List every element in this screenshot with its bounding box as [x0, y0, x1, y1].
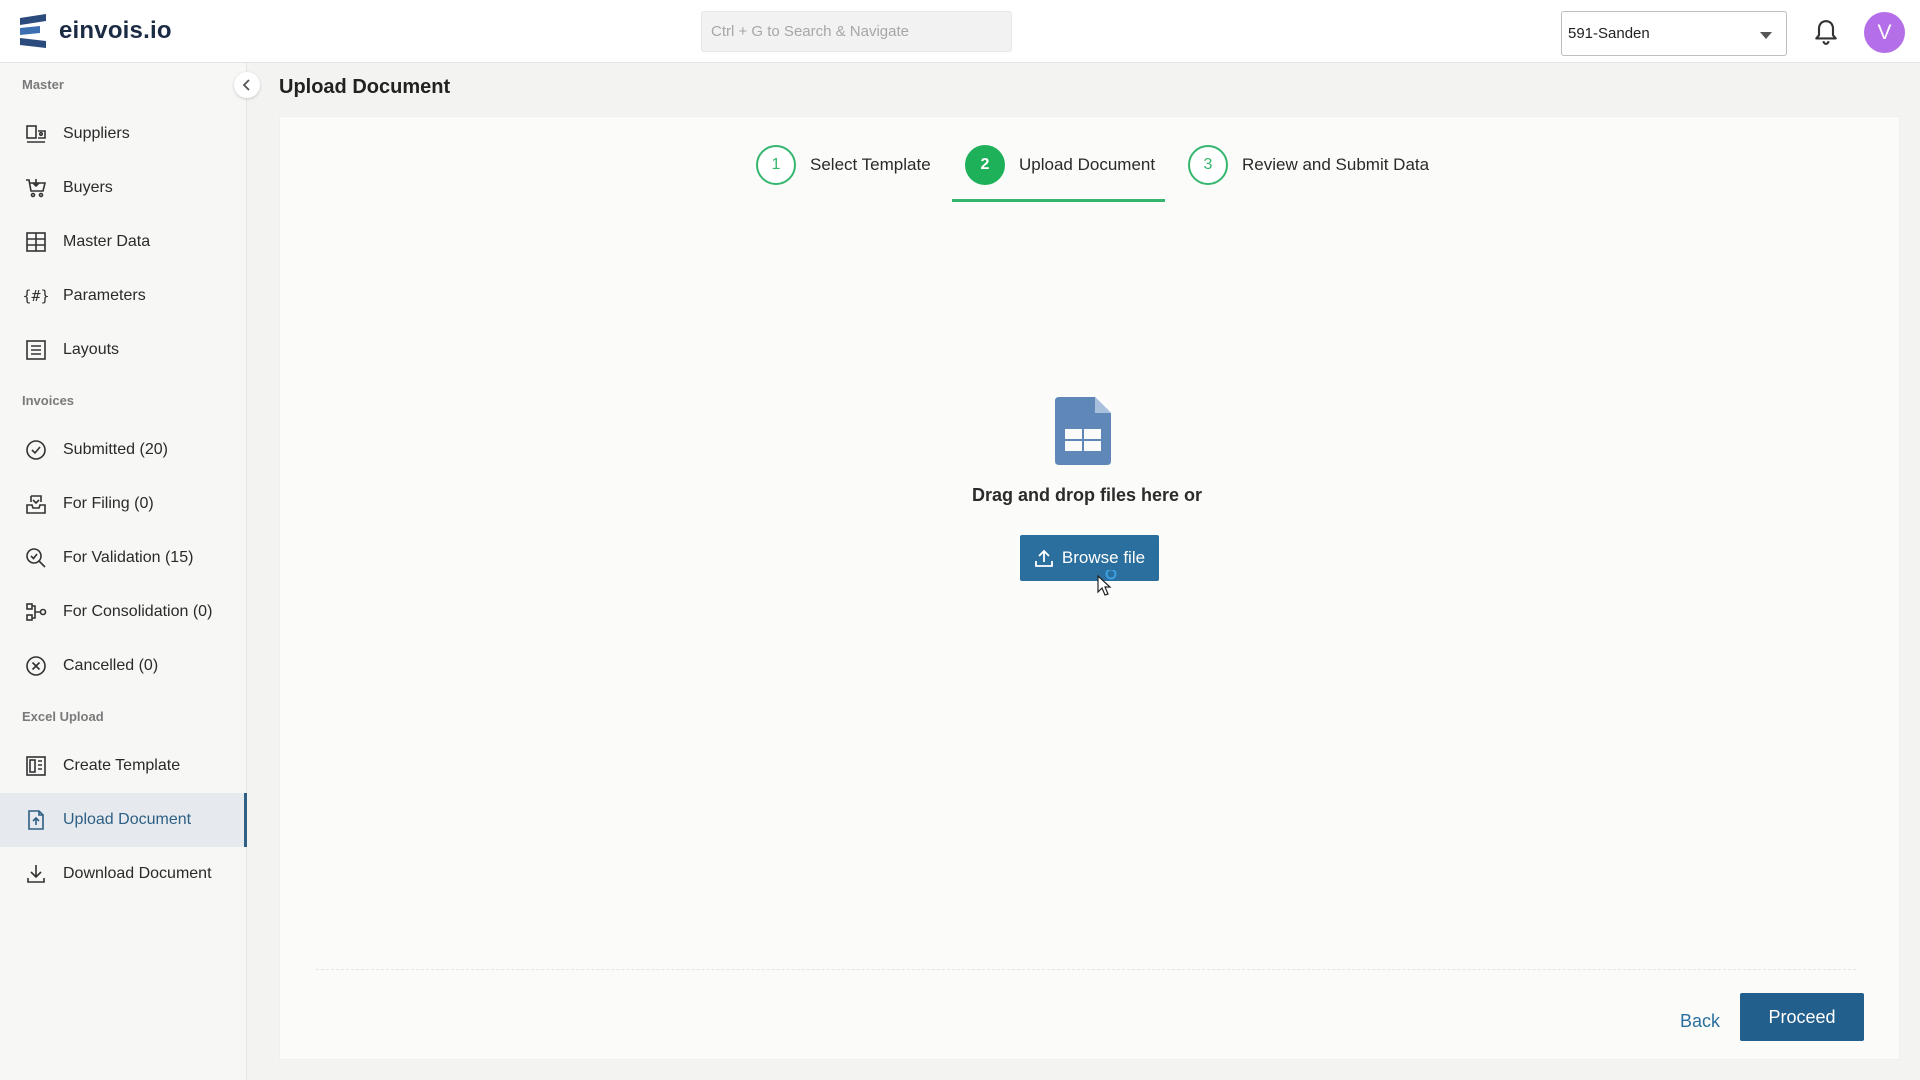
sidebar-item-label: For Validation (15)	[63, 549, 194, 566]
sidebar-section-invoices: Invoices	[22, 393, 75, 408]
sidebar-item-master-data[interactable]: Master Data	[0, 215, 247, 269]
avatar[interactable]: V	[1864, 12, 1905, 53]
browse-file-label: Browse file	[1061, 548, 1146, 567]
sidebar-item-download-document[interactable]: Download Document	[0, 847, 247, 901]
sidebar-item-label: Suppliers	[63, 125, 130, 142]
company-select-value: 591-Sanden	[1568, 25, 1650, 42]
sidebar-item-label: Upload Document	[63, 811, 192, 828]
supplier-icon	[24, 122, 48, 146]
step-number: 1	[756, 145, 796, 185]
sidebar-item-label: Create Template	[63, 757, 181, 774]
sidebar-item-cancelled[interactable]: Cancelled (0)	[0, 639, 247, 693]
sidebar-item-label: Submitted (20)	[63, 441, 168, 458]
back-button[interactable]: Back	[1650, 997, 1750, 1045]
chevron-left-icon	[242, 79, 250, 91]
drop-instruction: Drag and drop files here or	[971, 485, 1203, 505]
upload-card: 1 Select Template 2 Upload Document 3 Re…	[279, 116, 1900, 1060]
sidebar-item-label: Master Data	[63, 233, 151, 250]
mouse-cursor-icon	[1097, 570, 1117, 596]
sidebar-item-label: For Filing (0)	[63, 495, 154, 512]
search-input[interactable]: Ctrl + G to Search & Navigate	[701, 11, 1012, 52]
brand-logo-icon	[20, 14, 46, 48]
hash-braces-icon: {#}	[22, 287, 50, 305]
sidebar-item-label: Layouts	[63, 341, 120, 358]
sidebar-item-label: Buyers	[63, 179, 113, 196]
top-bar: einvois.io Ctrl + G to Search & Navigate…	[0, 0, 1920, 63]
step-upload-document[interactable]: 2 Upload Document	[965, 135, 1155, 195]
consolidate-icon	[24, 600, 48, 624]
sidebar-item-upload-document[interactable]: Upload Document	[0, 793, 247, 847]
upload-icon	[1035, 549, 1053, 567]
file-upload-icon	[24, 808, 48, 832]
sidebar-item-label: Download Document	[63, 865, 212, 882]
sidebar-item-for-filing[interactable]: For Filing (0)	[0, 477, 247, 531]
step-number: 3	[1188, 145, 1228, 185]
check-circle-icon	[24, 438, 48, 462]
search-check-icon	[24, 546, 48, 570]
cart-icon	[24, 176, 48, 200]
step-review-submit[interactable]: 3 Review and Submit Data	[1188, 135, 1429, 195]
step-select-template[interactable]: 1 Select Template	[756, 135, 931, 195]
sidebar: Master Suppliers Buyers Master Data {#} …	[0, 63, 247, 1080]
sidebar-item-label: For Consolidation (0)	[63, 603, 213, 620]
sidebar-item-create-template[interactable]: Create Template	[0, 739, 247, 793]
step-number: 2	[965, 145, 1005, 185]
company-select[interactable]: 591-Sanden	[1561, 11, 1787, 56]
master-data-icon	[24, 230, 48, 254]
chevron-down-icon	[1760, 32, 1772, 39]
sidebar-item-layouts[interactable]: Layouts	[0, 323, 247, 377]
sidebar-item-label: Parameters	[63, 287, 146, 304]
layout-list-icon	[24, 338, 48, 362]
x-circle-icon	[24, 654, 48, 678]
sidebar-item-for-consolidation[interactable]: For Consolidation (0)	[0, 585, 247, 639]
page-title: Upload Document	[279, 76, 451, 98]
sidebar-item-suppliers[interactable]: Suppliers	[0, 107, 247, 161]
sidebar-item-label: Cancelled (0)	[63, 657, 159, 674]
download-icon	[24, 862, 48, 886]
file-drop-zone[interactable]: Drag and drop files here or Browse file	[280, 397, 1899, 597]
brand-name: einvois.io	[59, 17, 172, 44]
inbox-icon	[24, 492, 48, 516]
sidebar-item-submitted[interactable]: Submitted (20)	[0, 423, 247, 477]
browse-file-button[interactable]: Browse file	[1020, 535, 1159, 581]
active-step-underline	[952, 199, 1165, 202]
sidebar-item-parameters[interactable]: {#} Parameters	[0, 269, 247, 323]
stepper: 1 Select Template 2 Upload Document 3 Re…	[280, 135, 1899, 202]
footer-divider	[316, 969, 1856, 970]
sidebar-section-master: Master	[22, 77, 64, 92]
bell-icon[interactable]	[1813, 18, 1839, 46]
brand[interactable]: einvois.io	[18, 14, 172, 48]
spreadsheet-file-icon	[1055, 397, 1111, 465]
sidebar-section-excel-upload: Excel Upload	[22, 709, 104, 724]
sidebar-item-for-validation[interactable]: For Validation (15)	[0, 531, 247, 585]
step-label: Select Template	[810, 155, 931, 174]
step-label: Upload Document	[1019, 155, 1156, 174]
sidebar-collapse-button[interactable]	[234, 72, 260, 98]
template-icon	[24, 754, 48, 778]
proceed-button[interactable]: Proceed	[1740, 993, 1864, 1041]
step-label: Review and Submit Data	[1242, 155, 1430, 174]
sidebar-item-buyers[interactable]: Buyers	[0, 161, 247, 215]
